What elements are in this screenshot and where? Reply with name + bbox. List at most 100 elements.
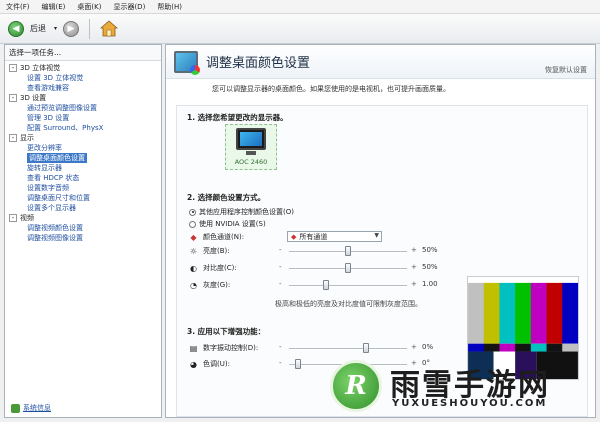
tree-task-item[interactable]: 旋转显示器 bbox=[7, 163, 159, 173]
collapse-icon[interactable]: - bbox=[9, 214, 17, 222]
enhancement-label-group: ▤ 数字振动控制(D): bbox=[189, 342, 283, 354]
display-tile[interactable]: AOC 2460 bbox=[225, 124, 277, 170]
slider-plus: + bbox=[411, 280, 417, 288]
gamma-icon: ◔ bbox=[190, 280, 197, 290]
slider-plus: + bbox=[411, 359, 417, 367]
home-icon[interactable] bbox=[99, 19, 119, 38]
tree-category[interactable]: - 视频 bbox=[7, 213, 159, 223]
radio-other-apps[interactable]: 其他应用程序控制颜色设置(O) bbox=[189, 207, 294, 217]
pluge-block bbox=[515, 351, 537, 379]
radio-nvidia[interactable]: 使用 NVIDIA 设置(S) bbox=[189, 219, 266, 229]
slider-row-label-group: ◐ 对比度(C): bbox=[189, 262, 283, 274]
color-bar bbox=[499, 282, 516, 344]
tree-item-label: 通过预览调整图像设置 bbox=[27, 104, 97, 112]
tree-task-item[interactable]: 查看 HDCP 状态 bbox=[7, 173, 159, 183]
display-label: AOC 2460 bbox=[234, 158, 268, 166]
radio-dot[interactable] bbox=[189, 220, 196, 228]
tree-task-item[interactable]: 设置多个显示器 bbox=[7, 203, 159, 213]
slider-thumb[interactable] bbox=[294, 359, 301, 369]
chevron-down-icon: ▼ bbox=[374, 232, 379, 239]
color-bar bbox=[515, 282, 532, 344]
menu-help[interactable]: 帮助(H) bbox=[157, 2, 182, 12]
tree-category[interactable]: - 显示 bbox=[7, 133, 159, 143]
tree-item-label: 查看 HDCP 状态 bbox=[27, 174, 80, 182]
color-channel-select[interactable]: ◆ 所有通道 ▼ bbox=[287, 231, 382, 242]
slider-track[interactable] bbox=[289, 364, 407, 366]
slider-value: 50% bbox=[422, 246, 438, 254]
sidebar-title: 选择一项任务... bbox=[5, 45, 161, 61]
tree-task-item[interactable]: 通过预览调整图像设置 bbox=[7, 103, 159, 113]
monitor-icon bbox=[236, 128, 266, 150]
tree-category[interactable]: -3D 设置 bbox=[7, 93, 159, 103]
back-dropdown-icon[interactable]: ▾ bbox=[54, 25, 57, 32]
settings-content: 1. 选择您希望更改的显示器。 AOC 2460 2. 选择颜色设置方式。 其他… bbox=[176, 105, 588, 417]
contrast-icon: ◐ bbox=[190, 263, 197, 273]
tree-task-item[interactable]: 设置 3D 立体视觉 bbox=[7, 73, 159, 83]
slider-value: 0° bbox=[422, 359, 430, 367]
slider-track[interactable] bbox=[289, 285, 407, 287]
collapse-icon[interactable]: - bbox=[9, 64, 17, 72]
tree-task-item[interactable]: 调整桌面尺寸和位置 bbox=[7, 193, 159, 203]
tree-item-label: 更改分辨率 bbox=[27, 144, 62, 152]
system-info-link[interactable]: 系统信息 bbox=[11, 403, 51, 413]
forward-icon[interactable]: ▶ bbox=[63, 20, 80, 37]
collapse-icon[interactable]: - bbox=[9, 94, 17, 102]
tree-category[interactable]: -3D 立体视觉 bbox=[7, 63, 159, 73]
tree-task-item[interactable]: 查看游戏兼容 bbox=[7, 83, 159, 93]
color-bar bbox=[468, 282, 485, 344]
tree-task-item[interactable]: 调整桌面颜色设置 bbox=[7, 153, 159, 163]
reverse-bar bbox=[562, 343, 578, 352]
slider-track[interactable] bbox=[289, 348, 407, 350]
tree-item-label: 管理 3D 设置 bbox=[27, 114, 70, 122]
page-title: 调整桌面颜色设置 bbox=[206, 56, 311, 71]
tree-task-item[interactable]: 配置 Surround、PhysX bbox=[7, 123, 159, 133]
system-info-label[interactable]: 系统信息 bbox=[23, 403, 51, 413]
tree-item-label: 旋转显示器 bbox=[27, 164, 62, 172]
enhancement-label: 色调(U): bbox=[203, 360, 230, 368]
slider-value: 0% bbox=[422, 343, 434, 351]
tree-item-label: 显示 bbox=[20, 134, 34, 142]
restore-defaults-link[interactable]: 恢复默认设置 bbox=[545, 65, 587, 75]
main-panel: 调整桌面颜色设置 恢复默认设置 您可以调整显示器的桌面颜色。如果您使用的是电视机… bbox=[165, 44, 596, 418]
slider-minus: - bbox=[279, 359, 282, 367]
slider-thumb[interactable] bbox=[345, 263, 351, 273]
collapse-icon[interactable]: - bbox=[9, 134, 17, 142]
tree-task-item[interactable]: 调整视频图像设置 bbox=[7, 233, 159, 243]
pluge-block bbox=[493, 351, 516, 379]
tree-task-item[interactable]: 调整视频颜色设置 bbox=[7, 223, 159, 233]
channel-select-value: 所有通道 bbox=[299, 232, 328, 241]
tree-item-label: 设置 3D 立体视觉 bbox=[27, 74, 84, 82]
page-header: 调整桌面颜色设置 恢复默认设置 bbox=[166, 45, 595, 79]
reverse-bar bbox=[515, 343, 532, 352]
tree-item-label: 设置数字音频 bbox=[27, 184, 69, 192]
color-test-pattern bbox=[467, 276, 579, 380]
enhancement-label-group: ◕ 色调(U): bbox=[189, 358, 283, 370]
tree-item-label: 查看游戏兼容 bbox=[27, 84, 69, 92]
tree-task-item[interactable]: 设置数字音频 bbox=[7, 183, 159, 193]
page-description: 您可以调整显示器的桌面颜色。如果您使用的是电视机，也可提升画面质量。 bbox=[212, 85, 450, 93]
slider-minus: - bbox=[279, 343, 282, 351]
menu-edit[interactable]: 编辑(E) bbox=[42, 2, 66, 12]
slider-thumb[interactable] bbox=[362, 343, 369, 353]
color-bar bbox=[530, 282, 547, 344]
tree-task-item[interactable]: 更改分辨率 bbox=[7, 143, 159, 153]
reverse-bar bbox=[546, 343, 563, 352]
task-sidebar: 选择一项任务... -3D 立体视觉 设置 3D 立体视觉 查看游戏兼容 -3D 设置… bbox=[4, 44, 162, 418]
menu-display[interactable]: 显示器(D) bbox=[113, 2, 145, 12]
color-channel-row: ◆ 颜色通道(N): bbox=[189, 231, 283, 243]
menu-desktop[interactable]: 桌面(K) bbox=[77, 2, 101, 12]
tree-item-label: 视频 bbox=[20, 214, 34, 222]
tree-task-item[interactable]: 管理 3D 设置 bbox=[7, 113, 159, 123]
slider-value: 50% bbox=[422, 263, 438, 271]
back-icon[interactable]: ◀ bbox=[8, 20, 24, 37]
section2-title: 2. 选择颜色设置方式。 bbox=[187, 193, 266, 202]
pluge-block bbox=[536, 351, 578, 379]
slider-thumb[interactable] bbox=[345, 246, 351, 256]
slider-thumb[interactable] bbox=[322, 280, 329, 290]
tree-item-label: 调整桌面尺寸和位置 bbox=[27, 194, 90, 202]
radio-dot[interactable] bbox=[189, 208, 196, 216]
radio-other-apps-label: 其他应用程序控制颜色设置(O) bbox=[199, 208, 294, 216]
color-bar bbox=[483, 282, 500, 344]
back-button-label[interactable]: 后退 bbox=[30, 23, 46, 34]
menu-file[interactable]: 文件(F) bbox=[6, 2, 30, 12]
